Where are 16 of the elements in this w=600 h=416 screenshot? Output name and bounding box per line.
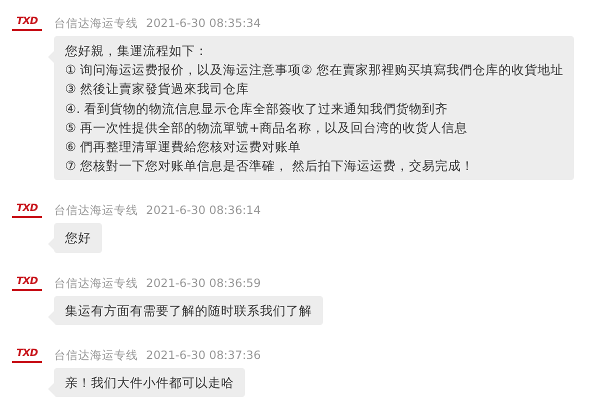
message-time: 2021-6-30 08:37:36 (146, 348, 261, 362)
message-bubble: 您好親，集運流程如下： ① 询问海运运费报价，以及海运注意事项② 您在賣家那裡购买填寫我們仓库的收貨地址 ③ 然後让賣家發貨過來我司仓库 ④. 看到貨物的物流信息显示仓库全部簽收了过来通知我們货物到齐 ⑤ 再一次性提供全部的物流單號+商品名称，以及回台湾的收货人信息 ⑥ 們再整理清單運費給您核对运费对账单 ⑦ 您核對一下您对账单信息是否準確， 然后拍下海运运费，交易完成！ (54, 36, 574, 180)
logo: TXD (12, 204, 42, 218)
sender-name: 台信达海运专线 (54, 203, 138, 218)
logo: TXD (12, 17, 42, 31)
sender-name: 台信达海运专线 (54, 16, 138, 30)
message-time: 2021-6-30 08:36:59 (146, 276, 261, 290)
message-bubble: 亲！我们大件小件都可以走哈 (54, 368, 245, 398)
sender-name: 台信达海运专线 (54, 276, 138, 290)
logo: TXD (12, 348, 42, 363)
message-bubble: 集运有方面有需要了解的随时联系我们了解 (54, 296, 323, 325)
message-time: 2021-6-30 08:35:34 (146, 16, 261, 30)
sender-name: 台信达海运专线 (54, 348, 138, 362)
message-bubble: 您好 (54, 223, 102, 253)
message-time: 2021-6-30 08:36:14 (146, 203, 261, 218)
logo: TXD (12, 276, 42, 291)
